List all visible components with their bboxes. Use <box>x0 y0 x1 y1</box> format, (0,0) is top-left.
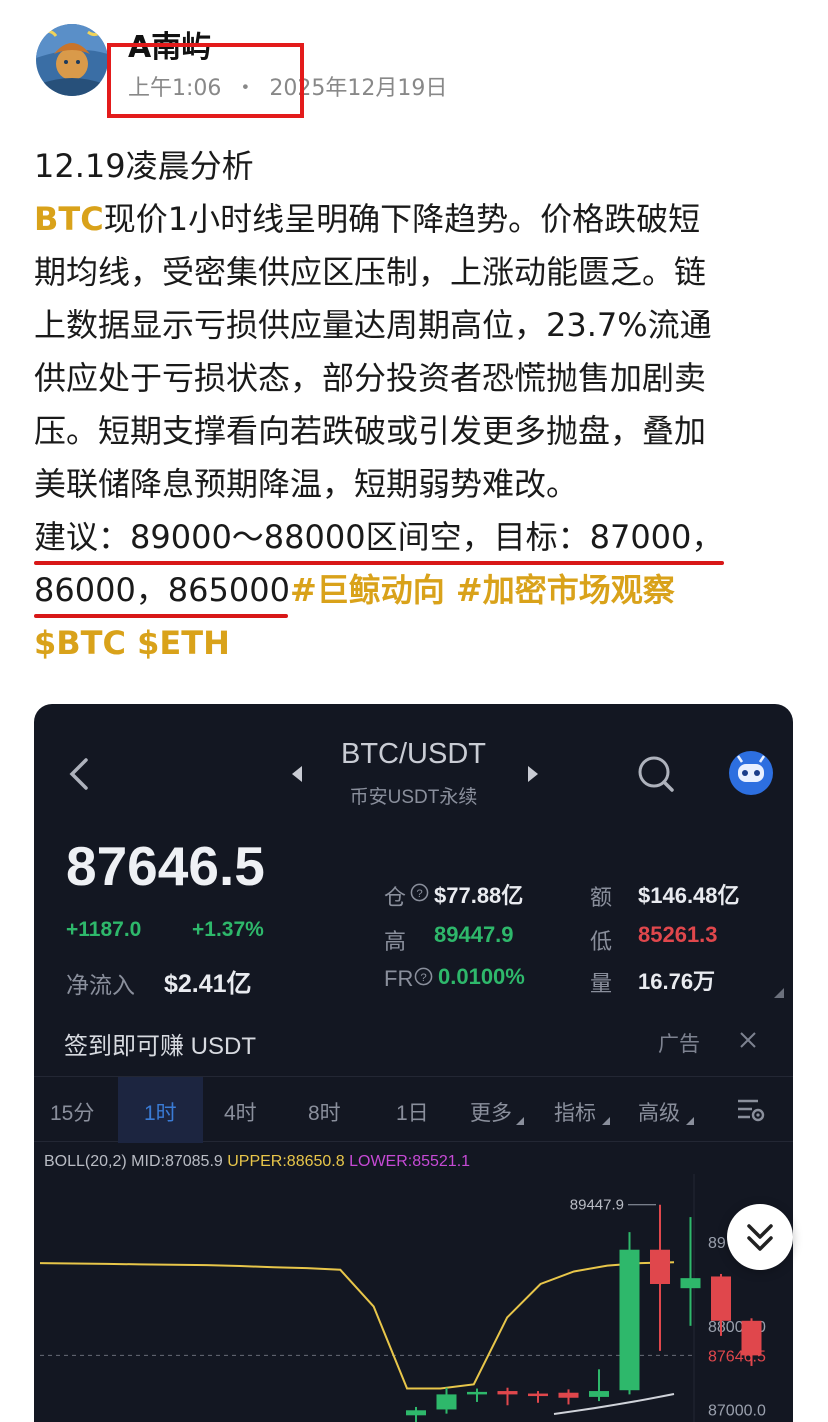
candle-body <box>528 1393 548 1397</box>
red-underline <box>34 614 288 618</box>
candle-body <box>406 1410 426 1416</box>
post-page: A南屿 上午1:06 ・ 2025年12月19日 12.19凌晨分析 BTC现价… <box>0 0 828 1422</box>
tab-indicators[interactable]: 指标 <box>554 1097 596 1127</box>
high-marker-label: 89447.9 <box>570 1197 624 1214</box>
funding-rate-value: 0.0100% <box>438 964 525 989</box>
info-icon[interactable]: ? <box>410 883 429 902</box>
dropdown-corner-icon <box>686 1117 694 1125</box>
avatar[interactable] <box>36 24 108 96</box>
close-icon[interactable] <box>738 1030 758 1050</box>
boll-name: BOLL(20,2) <box>44 1153 127 1170</box>
tab-8h[interactable]: 8时 <box>308 1097 341 1127</box>
boll-mid-line <box>39 1261 675 1390</box>
post-line: 期均线，受密集供应区压制，上涨动能匮乏。链 <box>34 253 707 291</box>
volume-label: 量 <box>590 971 613 996</box>
info-icon[interactable]: ? <box>414 967 433 986</box>
robot-assistant-icon[interactable] <box>728 750 774 796</box>
oi-label: 仓 <box>384 885 407 910</box>
change-abs: +1187.0 <box>66 918 142 941</box>
trading-screenshot: BTC/USDT 币安USDT永续 87646.5 +1187.0 +1.37%… <box>34 704 793 1422</box>
market-name: 币安USDT永续 <box>349 787 478 808</box>
post-line: 压。短期支撑看向若跌破或引发更多抛盘，叠加 <box>34 412 707 450</box>
candle-body <box>680 1278 701 1289</box>
volume-value: 16.76万 <box>638 969 716 994</box>
dropdown-corner-icon <box>602 1117 610 1125</box>
candle-body <box>497 1391 518 1395</box>
y-tick-label: 87000.0 <box>708 1402 766 1419</box>
post-line-text: 现价1小时线呈明确下降趋势。价格跌破短 <box>103 200 701 238</box>
svg-text:?: ? <box>416 888 422 900</box>
oi-value: $77.88亿 <box>434 883 524 908</box>
boll-upper: UPPER:88650.8 <box>227 1153 345 1170</box>
post-line: 供应处于亏损状态，部分投资者恐慌抛售加剧卖 <box>34 359 707 397</box>
candle-body <box>467 1391 487 1395</box>
candle-body <box>436 1394 457 1410</box>
amount-value: $146.48亿 <box>638 883 740 908</box>
targets-text: 86000，865000 <box>34 571 290 609</box>
chart-settings-icon[interactable] <box>736 1097 766 1123</box>
low-label: 低 <box>590 929 613 954</box>
dropdown-corner-icon <box>516 1117 524 1125</box>
funding-rate-label: FR <box>384 966 414 991</box>
cashtags-link[interactable]: $BTC $ETH <box>34 617 804 670</box>
candle-body <box>711 1276 731 1321</box>
post-line: 上数据显示亏损供应量达周期高位，23.7%流通 <box>34 306 712 344</box>
pair-name[interactable]: BTC/USDT <box>34 738 793 771</box>
boll-indicator: BOLL(20,2) MID:87085.9 UPPER:88650.8 LOW… <box>44 1153 470 1171</box>
high-value: 89447.9 <box>434 922 514 947</box>
suggestion-line: 建议：89000～88000区间空，目标：87000， <box>34 518 724 556</box>
targets-line: 86000，865000#巨鲸动向 #加密市场观察 <box>34 564 804 617</box>
boll-mid: MID:87085.9 <box>131 1153 223 1170</box>
scroll-down-button[interactable] <box>727 1204 793 1270</box>
candle-body <box>589 1391 609 1397</box>
red-underline <box>34 561 724 565</box>
timeframe-tabs: 15分 1时 4时 8时 1日 更多 指标 高级 <box>34 1076 793 1143</box>
y-tick-label: 89 <box>708 1235 726 1252</box>
candle-body <box>619 1249 640 1391</box>
change-pct: +1.37% <box>192 918 264 941</box>
candle-body <box>741 1320 762 1356</box>
btc-tag[interactable]: BTC <box>34 200 104 238</box>
tab-more[interactable]: 更多 <box>470 1097 512 1127</box>
tab-1h[interactable]: 1时 <box>144 1097 177 1127</box>
post-line: 美联储降息预期降温，短期弱势难改。 <box>34 465 579 503</box>
amount-label: 额 <box>590 885 613 910</box>
netflow-value: $2.41亿 <box>164 970 252 998</box>
tab-15m[interactable]: 15分 <box>50 1097 94 1127</box>
post-title: 12.19凌晨分析 <box>34 147 254 185</box>
post-line: BTC现价1小时线呈明确下降趋势。价格跌破短 <box>34 193 804 246</box>
search-icon[interactable] <box>636 754 676 794</box>
low-value: 85261.3 <box>638 922 718 947</box>
netflow-label: 净流入 <box>66 972 135 998</box>
last-price: 87646.5 <box>66 835 265 897</box>
candle-body <box>558 1392 579 1398</box>
candlestick-chart[interactable]: 8988000.087000.087646.589447.9 <box>34 1174 793 1422</box>
highlight-box <box>107 43 304 118</box>
hashtags-link[interactable]: #巨鲸动向 #加密市场观察 <box>290 571 675 609</box>
post-body: 12.19凌晨分析 BTC现价1小时线呈明确下降趋势。价格跌破短 期均线，受密集… <box>34 140 804 670</box>
high-label: 高 <box>384 929 407 954</box>
expand-corner-icon[interactable] <box>774 988 784 998</box>
candle-body <box>650 1249 670 1284</box>
promo-banner[interactable]: 签到即可赚 USDT <box>64 1026 256 1061</box>
tab-advanced[interactable]: 高级 <box>638 1097 680 1127</box>
tab-1d[interactable]: 1日 <box>396 1097 429 1127</box>
svg-text:?: ? <box>420 972 426 984</box>
double-chevron-down-icon <box>747 1224 773 1251</box>
boll-lower: LOWER:85521.1 <box>349 1153 471 1170</box>
tab-4h[interactable]: 4时 <box>224 1097 257 1127</box>
ad-label: 广告 <box>658 1033 700 1056</box>
